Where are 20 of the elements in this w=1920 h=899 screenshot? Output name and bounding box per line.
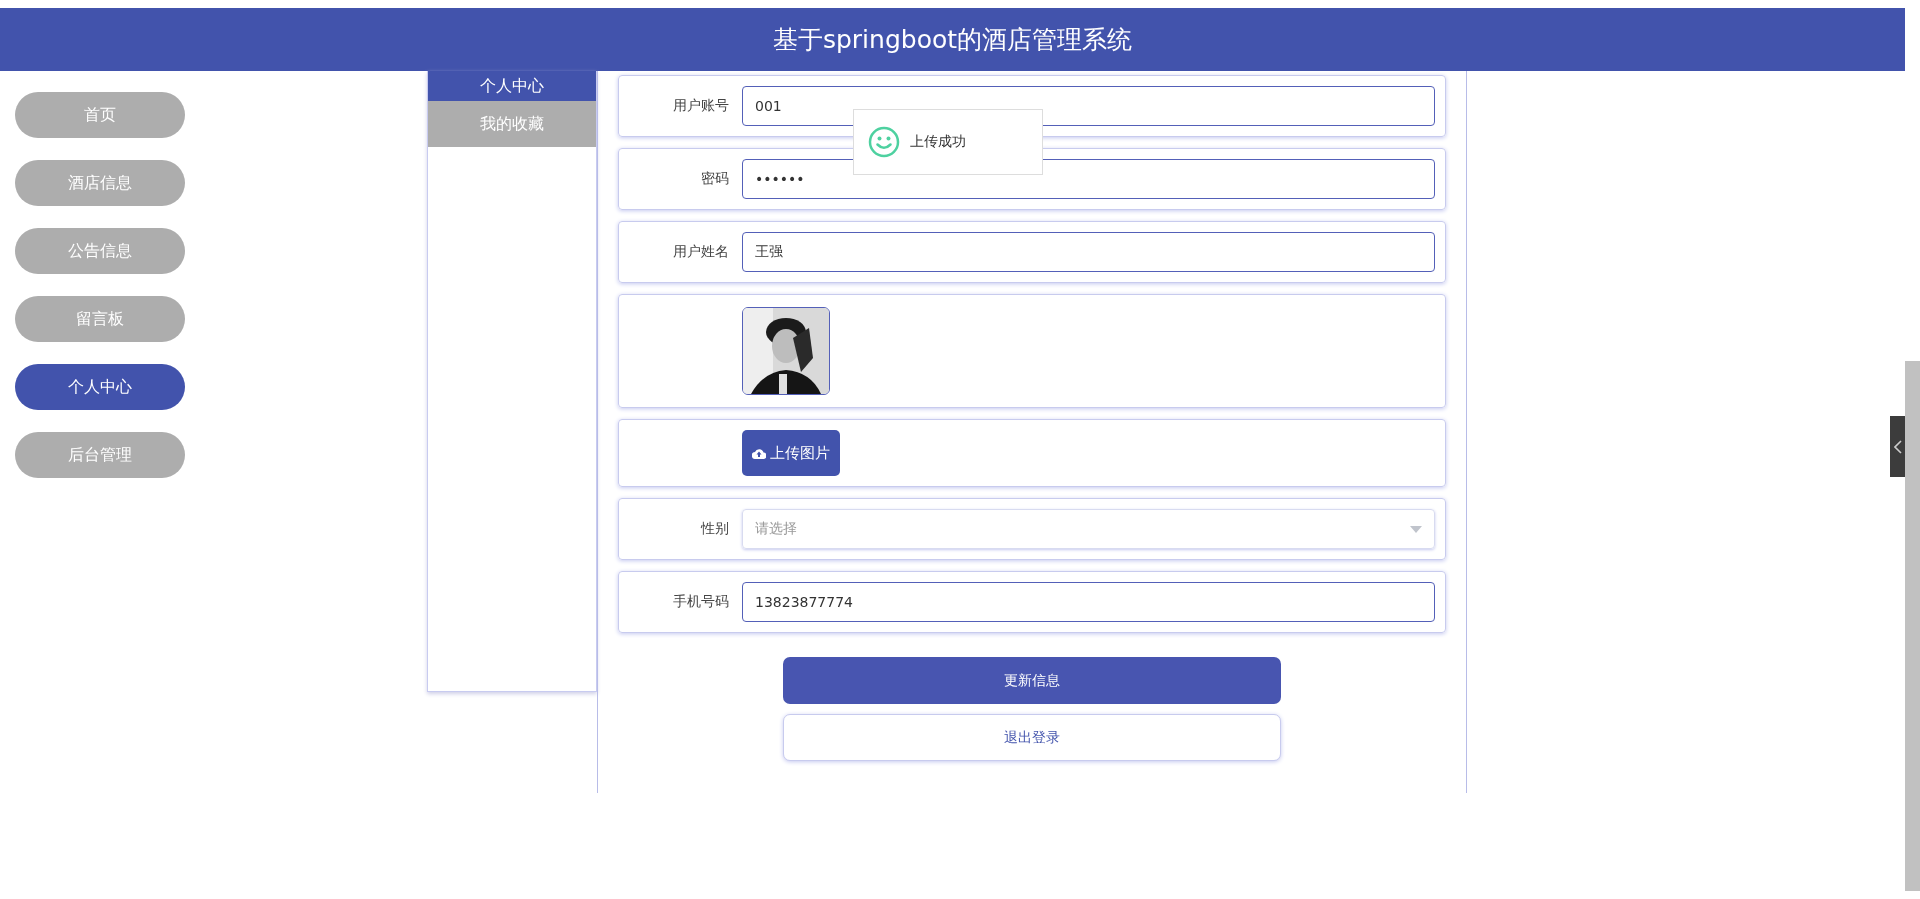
site-title: 基于springboot的酒店管理系统 xyxy=(772,24,1133,56)
toast-text: 上传成功 xyxy=(910,133,966,151)
scrollbar[interactable] xyxy=(1905,361,1920,891)
nav-button[interactable]: 个人中心 xyxy=(15,364,185,410)
update-button[interactable]: 更新信息 xyxy=(783,657,1281,704)
smiley-icon xyxy=(868,126,900,158)
upload-button[interactable]: 上传图片 xyxy=(742,430,840,476)
field-label: 手机号码 xyxy=(672,593,730,611)
caret-icon xyxy=(1410,525,1422,533)
input-field[interactable]: 13823877774 xyxy=(742,582,1435,622)
submenu-item[interactable]: 个人中心 xyxy=(428,71,596,101)
collapse-tab[interactable] xyxy=(1890,416,1905,477)
input-field[interactable]: 王强 xyxy=(742,232,1435,272)
field-label: 用户账号 xyxy=(672,97,730,115)
cloud-upload-icon xyxy=(752,447,766,459)
field-label: 用户姓名 xyxy=(672,243,730,261)
field-label: 密码 xyxy=(700,170,730,188)
chevron-left-icon xyxy=(1893,439,1902,454)
field-label: 性别 xyxy=(699,520,730,538)
logout-button[interactable]: 退出登录 xyxy=(783,714,1281,761)
